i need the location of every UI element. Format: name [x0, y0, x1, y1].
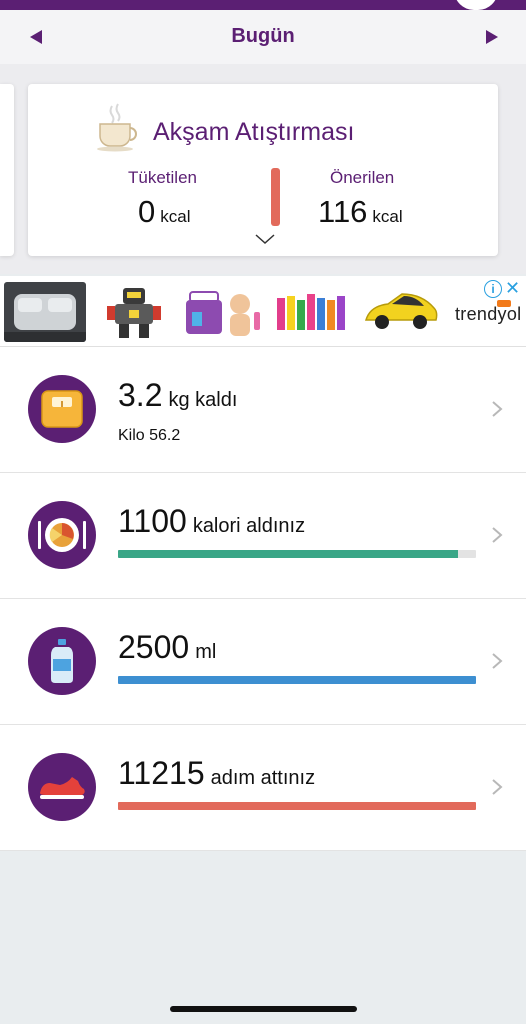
- recommended-value: 116 kcal: [318, 194, 403, 230]
- weight-row[interactable]: 3.2 kg kaldı Kilo 56.2: [0, 347, 526, 473]
- steps-progress-fill: [118, 802, 476, 810]
- consumed-label: Tüketilen: [128, 168, 197, 187]
- steps-progress-bar: [118, 802, 476, 810]
- ad-thumb-paint-bottles[interactable]: [271, 282, 353, 342]
- consumed-unit: kcal: [160, 207, 191, 226]
- summary-list: 3.2 kg kaldı Kilo 56.2 1100 kalori aldınız: [0, 347, 526, 851]
- consumed-number: 0: [138, 194, 156, 229]
- scale-icon: [28, 375, 96, 443]
- sneaker-icon: [28, 753, 96, 821]
- date-title: Bugün: [231, 25, 295, 47]
- previous-meal-card-edge[interactable]: [0, 84, 14, 256]
- ad-thumb-toy-car[interactable]: [360, 282, 442, 342]
- water-text: ml: [195, 641, 217, 663]
- chevron-down-icon[interactable]: [254, 232, 276, 246]
- ad-banner[interactable]: i ✕ trendyol: [0, 276, 526, 347]
- triangle-right-icon: [486, 30, 498, 44]
- paint-bottles-image: [277, 294, 345, 330]
- meal-title: Akşam Atıştırması: [153, 118, 355, 146]
- calories-row[interactable]: 1100 kalori aldınız: [0, 473, 526, 599]
- weight-value: 3.2 kg kaldı: [118, 377, 237, 414]
- recommended-label: Önerilen: [330, 168, 395, 187]
- calories-value: 1100 kalori aldınız: [118, 503, 305, 540]
- robot-toy-image: [107, 288, 161, 338]
- chevron-right-icon: [492, 779, 503, 795]
- ad-thumb-baby-doll[interactable]: [182, 282, 264, 342]
- next-day-button[interactable]: [478, 24, 506, 50]
- water-bottle-icon: [28, 627, 96, 695]
- status-bar: [0, 0, 526, 10]
- steps-number: 11215: [118, 755, 205, 791]
- date-navigation-bar: Bugün: [0, 10, 526, 65]
- meal-carousel[interactable]: Akşam Atıştırması Tüketilen Önerilen 0 kc…: [0, 64, 526, 274]
- toy-car-image: [365, 293, 438, 329]
- recommended-unit: kcal: [372, 207, 403, 226]
- ad-brand-badge: [497, 300, 511, 307]
- water-progress-bar: [118, 676, 476, 684]
- calories-text: kalori aldınız: [192, 515, 306, 537]
- steps-row[interactable]: 11215 adım attınız: [0, 725, 526, 851]
- ad-thumb-robot-toy[interactable]: [93, 282, 175, 342]
- calories-progress-bar: [118, 550, 476, 558]
- calories-number: 1100: [118, 503, 187, 539]
- water-progress-fill: [118, 676, 476, 684]
- meal-card[interactable]: Akşam Atıştırması Tüketilen Önerilen 0 kc…: [28, 84, 498, 256]
- baby-doll-image: [186, 291, 260, 336]
- ad-thumb-car-mattress[interactable]: [4, 282, 86, 342]
- steps-text: adım attınız: [210, 767, 316, 789]
- car-mattress-image: [4, 282, 86, 342]
- current-weight-label: Kilo 56.2: [118, 427, 181, 444]
- chevron-right-icon: [492, 527, 503, 543]
- plate-icon: [28, 501, 96, 569]
- calories-progress-fill: [118, 550, 459, 558]
- recommended-number: 116: [318, 194, 368, 229]
- calorie-divider-bar: [271, 168, 280, 226]
- weight-text: kg kaldı: [168, 389, 238, 411]
- chevron-right-icon: [492, 401, 503, 417]
- weight-number: 3.2: [118, 377, 163, 413]
- water-row[interactable]: 2500 ml: [0, 599, 526, 725]
- ad-info-icon[interactable]: i: [484, 280, 502, 298]
- water-number: 2500: [118, 629, 190, 665]
- ad-brand-logo: trendyol: [455, 304, 522, 324]
- coffee-cup-icon: [97, 103, 137, 152]
- water-value: 2500 ml: [118, 629, 216, 666]
- home-indicator: [170, 1006, 357, 1012]
- ad-close-icon[interactable]: ✕: [505, 278, 520, 299]
- chevron-right-icon: [492, 653, 503, 669]
- steps-value: 11215 adım attınız: [118, 755, 315, 792]
- consumed-value: 0 kcal: [138, 194, 190, 230]
